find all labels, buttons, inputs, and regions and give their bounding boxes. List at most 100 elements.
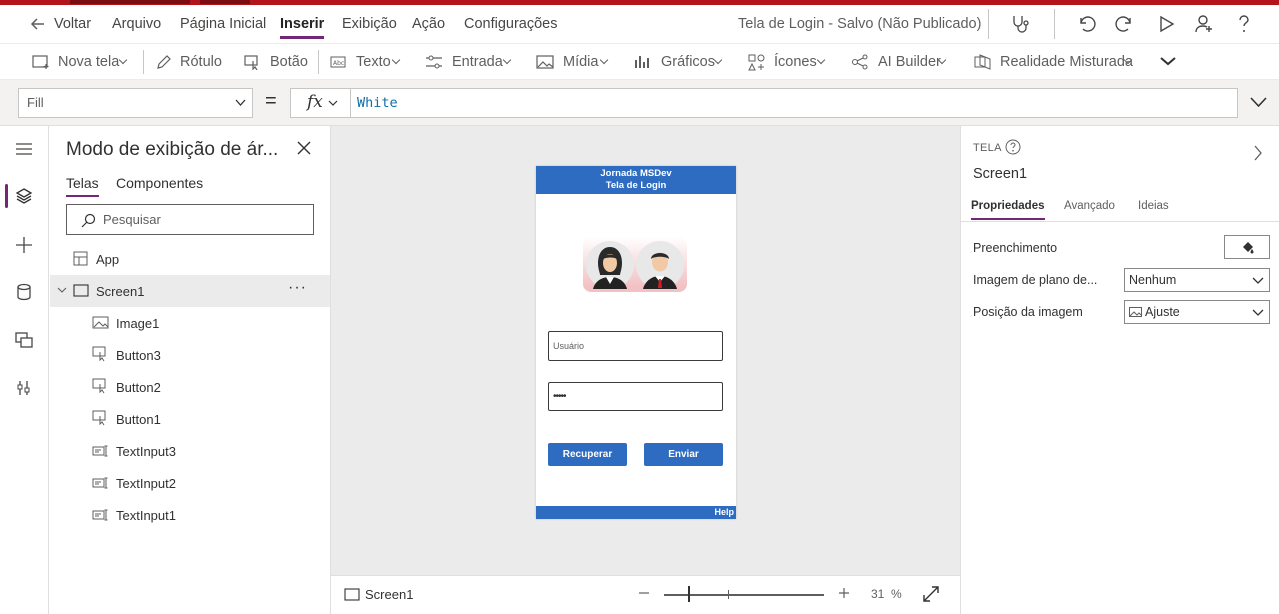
mixed-reality-dropdown[interactable]: Realidade Misturada bbox=[974, 44, 1136, 80]
share-user-icon[interactable] bbox=[1194, 14, 1214, 34]
background-image-label: Imagem de plano de... bbox=[973, 273, 1098, 287]
equals-sign: = bbox=[265, 90, 277, 112]
menu-exibicao[interactable]: Exibição bbox=[342, 5, 397, 43]
tab-telas[interactable]: Telas bbox=[66, 175, 99, 197]
search-input[interactable]: Pesquisar bbox=[66, 204, 314, 235]
expand-formula-icon[interactable] bbox=[1250, 95, 1267, 113]
password-input[interactable]: ••••• bbox=[548, 382, 723, 411]
app-screen-preview[interactable]: Jornada MSDev Tela de Login Usuário ••••… bbox=[536, 166, 736, 519]
zoom-slider-thumb[interactable] bbox=[688, 586, 690, 602]
chevron-down-icon bbox=[235, 99, 246, 106]
data-icon[interactable] bbox=[15, 283, 35, 303]
new-screen-button[interactable]: Nova tela bbox=[32, 44, 132, 80]
redo-icon[interactable] bbox=[1115, 14, 1135, 34]
tree-view-title: Modo de exibição de ár... bbox=[66, 139, 279, 160]
help-icon[interactable] bbox=[1234, 14, 1254, 34]
play-icon[interactable] bbox=[1156, 14, 1176, 34]
tab-avancado[interactable]: Avançado bbox=[1064, 200, 1115, 212]
undo-icon[interactable] bbox=[1076, 14, 1096, 34]
property-select[interactable]: Fill bbox=[18, 88, 253, 118]
tab-ideias[interactable]: Ideias bbox=[1138, 200, 1169, 212]
layers-icon[interactable] bbox=[15, 187, 35, 207]
tree-item-button2[interactable]: Button2 bbox=[50, 371, 330, 403]
button-icon bbox=[244, 55, 258, 70]
ai-builder-dropdown[interactable]: AI Builder bbox=[851, 44, 951, 80]
icons-dropdown[interactable]: Ícones bbox=[748, 44, 830, 80]
hamburger-icon[interactable] bbox=[15, 140, 35, 160]
left-rail bbox=[0, 126, 49, 614]
design-canvas[interactable]: Jornada MSDev Tela de Login Usuário ••••… bbox=[331, 126, 960, 575]
tree-item-textinput2[interactable]: TextInput2 bbox=[50, 467, 330, 499]
tab-propriedades[interactable]: Propriedades bbox=[971, 200, 1045, 220]
label-button[interactable]: Rótulo bbox=[156, 44, 226, 80]
close-icon[interactable] bbox=[297, 141, 311, 160]
fx-icon: fx bbox=[307, 92, 323, 112]
tree-item-app[interactable]: App bbox=[50, 243, 330, 275]
back-button[interactable]: Voltar bbox=[54, 5, 91, 43]
chevron-down-icon bbox=[328, 100, 338, 106]
fit-to-window-icon[interactable] bbox=[923, 586, 939, 607]
stethoscope-icon[interactable] bbox=[1010, 14, 1030, 34]
tab-componentes[interactable]: Componentes bbox=[116, 175, 203, 191]
zoom-in-icon[interactable] bbox=[838, 585, 850, 606]
menu-acao[interactable]: Ação bbox=[412, 5, 445, 43]
image-icon bbox=[536, 55, 554, 69]
button-insert[interactable]: Botão bbox=[244, 44, 314, 80]
zoom-level: 31 % bbox=[871, 587, 902, 601]
tree-item-screen1[interactable]: Screen1 ··· bbox=[50, 275, 330, 307]
current-screen-label[interactable]: Screen1 bbox=[365, 587, 413, 602]
shapes-icon bbox=[748, 54, 765, 71]
background-image-select[interactable]: Nenhum bbox=[1124, 268, 1270, 292]
menu-arquivo[interactable]: Arquivo bbox=[112, 5, 161, 43]
document-title: Tela de Login - Salvo (Não Publicado) bbox=[738, 16, 982, 32]
tree-view-panel: Modo de exibição de ár... Telas Componen… bbox=[50, 126, 331, 614]
tree-item-textinput1[interactable]: TextInput1 bbox=[50, 499, 330, 531]
back-arrow-icon[interactable] bbox=[30, 16, 46, 37]
svg-text:Abc: Abc bbox=[333, 60, 344, 67]
formula-bar: Fill = fx White bbox=[0, 80, 1279, 126]
text-icon: Abc bbox=[330, 56, 346, 68]
add-icon[interactable] bbox=[15, 236, 35, 256]
menu-pagina-inicial[interactable]: Página Inicial bbox=[180, 5, 266, 43]
tree-item-button1[interactable]: Button1 bbox=[50, 403, 330, 435]
tree-item-button3[interactable]: Button3 bbox=[50, 339, 330, 371]
menu-configuracoes[interactable]: Configurações bbox=[464, 5, 558, 43]
media-dropdown[interactable]: Mídia bbox=[536, 44, 612, 80]
control-name[interactable]: Screen1 bbox=[973, 166, 1027, 182]
collapse-panel-chevron-icon[interactable] bbox=[1253, 145, 1263, 166]
tree-item-textinput3[interactable]: TextInput3 bbox=[50, 435, 330, 467]
ai-builder-icon bbox=[852, 54, 868, 70]
info-help-icon[interactable] bbox=[1005, 139, 1021, 160]
more-options-icon[interactable]: ··· bbox=[288, 279, 307, 297]
chart-icon bbox=[635, 56, 649, 68]
avatars-image[interactable] bbox=[583, 237, 687, 292]
text-dropdown[interactable]: Abc Texto bbox=[330, 44, 405, 80]
ribbon-more-chevron-icon[interactable] bbox=[1160, 54, 1176, 72]
new-screen-icon bbox=[32, 55, 49, 69]
recover-button[interactable]: Recuperar bbox=[548, 443, 627, 466]
input-dropdown[interactable]: Entrada bbox=[425, 44, 515, 80]
search-icon bbox=[81, 213, 96, 228]
tree-item-image1[interactable]: Image1 bbox=[50, 307, 330, 339]
fill-color-picker[interactable] bbox=[1224, 235, 1270, 259]
zoom-out-icon[interactable] bbox=[638, 585, 650, 606]
image-position-select[interactable]: Ajuste bbox=[1124, 300, 1270, 324]
media-library-icon[interactable] bbox=[15, 331, 35, 351]
fx-button[interactable]: fx bbox=[290, 88, 351, 118]
button-icon bbox=[92, 346, 106, 362]
button-icon bbox=[92, 410, 106, 426]
username-input[interactable]: Usuário bbox=[548, 331, 723, 361]
send-button[interactable]: Enviar bbox=[644, 443, 723, 466]
help-footer[interactable]: Help bbox=[536, 506, 736, 519]
properties-panel: TELA Screen1 Propriedades Avançado Ideia… bbox=[960, 126, 1279, 614]
chevron-down-icon bbox=[1252, 309, 1264, 316]
charts-dropdown[interactable]: Gráficos bbox=[634, 44, 726, 80]
screen-icon bbox=[73, 284, 89, 297]
screen-icon bbox=[344, 588, 360, 601]
app-header[interactable]: Jornada MSDev Tela de Login bbox=[536, 166, 736, 194]
menu-inserir[interactable]: Inserir bbox=[280, 5, 325, 43]
tools-icon[interactable] bbox=[15, 379, 35, 399]
formula-input[interactable]: White bbox=[350, 88, 1238, 118]
control-type-label: TELA bbox=[973, 142, 1002, 154]
divider bbox=[1054, 9, 1055, 39]
